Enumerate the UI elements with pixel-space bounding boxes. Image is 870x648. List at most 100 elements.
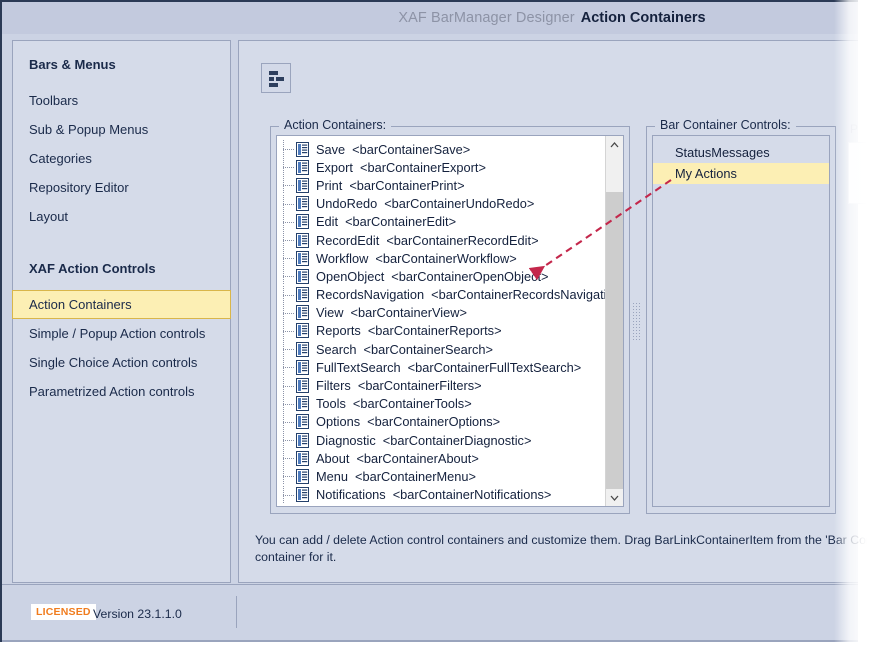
tree-connector-icon xyxy=(281,231,295,250)
action-container-row[interactable]: Save <barContainerSave> xyxy=(277,140,602,159)
action-container-row[interactable]: Export <barContainerExport> xyxy=(277,158,602,177)
action-container-row[interactable]: Notifications <barContainerNotifications> xyxy=(277,485,602,504)
container-document-icon xyxy=(295,378,310,394)
action-container-tag: <barContainerRecordsNavigation> xyxy=(431,287,624,303)
sidebar-item-categories[interactable]: Categories xyxy=(13,144,230,173)
action-containers-tree[interactable]: Save <barContainerSave> Export <barContaine… xyxy=(277,136,623,506)
panel-splitter-handle[interactable] xyxy=(632,302,641,340)
action-container-name: Edit xyxy=(316,214,339,230)
action-container-row[interactable]: Diagnostic <barContainerDiagnostic> xyxy=(277,431,602,450)
bar-container-controls-listbox[interactable]: StatusMessages My Actions xyxy=(652,135,830,507)
action-container-row[interactable]: UndoRedo <barContainerUndoRedo> xyxy=(277,194,602,213)
action-container-tag: <barContainerUndoRedo> xyxy=(384,196,535,212)
bar-container-controls-list[interactable]: StatusMessages My Actions xyxy=(653,142,829,184)
bar-layout-icon xyxy=(262,69,290,88)
action-containers-scrollbar[interactable] xyxy=(605,136,623,506)
window-left-border xyxy=(0,0,2,648)
tree-connector-icon xyxy=(281,449,295,468)
designer-window: XAF BarManager Designer Action Container… xyxy=(0,0,870,648)
action-container-name: Menu xyxy=(316,468,349,484)
action-container-tag: <barContainerFullTextSearch> xyxy=(407,359,582,375)
page-title: Action Containers xyxy=(580,10,706,26)
action-container-tag: <barContainerReports> xyxy=(367,323,502,339)
container-document-icon xyxy=(295,141,310,157)
bottom-edge-fade xyxy=(0,642,870,648)
action-containers-group-label: Action Containers: xyxy=(279,118,392,132)
tree-connector-icon xyxy=(281,394,295,413)
tree-connector-icon xyxy=(281,431,295,450)
action-container-name: Filters xyxy=(316,378,351,394)
action-container-name: Diagnostic xyxy=(316,432,376,448)
container-document-icon xyxy=(295,468,310,484)
action-container-row[interactable]: Filters <barContainerFilters> xyxy=(277,376,602,395)
action-container-row[interactable]: Print <barContainerPrint> xyxy=(277,176,602,195)
action-container-tag: <barContainerRecordEdit> xyxy=(386,232,539,248)
action-container-name: Export xyxy=(316,159,353,175)
action-containers-listbox[interactable]: Save <barContainerSave> Export <barContaine… xyxy=(276,135,624,507)
sidebar-item-layout[interactable]: Layout xyxy=(13,202,230,231)
container-document-icon xyxy=(295,414,310,430)
sidebar-group-title-xaf-action-controls: XAF Action Controls xyxy=(29,261,156,276)
container-document-icon xyxy=(295,268,310,284)
bar-layout-toolbar-button[interactable] xyxy=(261,63,291,93)
tree-connector-icon xyxy=(281,412,295,431)
action-container-tag: <barContainerTools> xyxy=(352,396,472,412)
sidebar-item-action-containers[interactable]: Action Containers xyxy=(12,290,231,319)
chevron-down-icon xyxy=(610,495,619,501)
scrollbar-thumb[interactable] xyxy=(606,192,623,489)
container-document-icon xyxy=(295,359,310,375)
version-label: Version 23.1.1.0 xyxy=(93,607,182,621)
container-document-icon xyxy=(295,232,310,248)
action-container-tag: <barContainerAbout> xyxy=(356,450,479,466)
action-container-name: UndoRedo xyxy=(316,196,378,212)
tree-connector-icon xyxy=(281,358,295,377)
tree-connector-icon xyxy=(281,140,295,159)
action-container-tag: <barContainerEdit> xyxy=(345,214,457,230)
action-container-name: Options xyxy=(316,414,361,430)
tree-connector-icon xyxy=(281,340,295,359)
action-container-name: RecordsNavigation xyxy=(316,287,425,303)
scroll-up-button[interactable] xyxy=(606,136,623,153)
tree-connector-icon xyxy=(281,321,295,340)
action-container-row[interactable]: RecordsNavigation <barContainerRecordsNav… xyxy=(277,285,623,304)
action-container-row[interactable]: RecordEdit <barContainerRecordEdit> xyxy=(277,231,602,250)
action-container-row[interactable]: Options <barContainerOptions> xyxy=(277,412,602,431)
action-container-row[interactable]: FullTextSearch <barContainerFullTextSearc… xyxy=(277,358,602,377)
sidebar-item-sub-popup-menus[interactable]: Sub & Popup Menus xyxy=(13,115,230,144)
action-container-row[interactable]: View <barContainerView> xyxy=(277,303,602,322)
sidebar-item-single-choice-action-controls[interactable]: Single Choice Action controls xyxy=(13,348,230,377)
container-document-icon xyxy=(295,341,310,357)
sidebar-item-simple-popup-action-controls[interactable]: Simple / Popup Action controls xyxy=(13,319,230,348)
action-container-row[interactable]: Edit <barContainerEdit> xyxy=(277,212,602,231)
container-document-icon xyxy=(295,305,310,321)
tree-connector-icon xyxy=(281,467,295,486)
action-container-row[interactable]: About <barContainerAbout> xyxy=(277,449,602,468)
title-bar: XAF BarManager Designer Action Container… xyxy=(2,2,858,34)
bar-container-control-statusmessages[interactable]: StatusMessages xyxy=(653,142,829,163)
action-container-row[interactable]: Tools <barContainerTools> xyxy=(277,394,602,413)
license-badge: LICENSED xyxy=(31,604,96,620)
container-document-icon xyxy=(295,159,310,175)
action-container-name: FullTextSearch xyxy=(316,359,401,375)
action-container-row[interactable]: Reports <barContainerReports> xyxy=(277,321,602,340)
bar-container-control-my-actions[interactable]: My Actions xyxy=(653,163,829,184)
container-document-icon xyxy=(295,323,310,339)
action-container-row[interactable]: Workflow <barContainerWorkflow> xyxy=(277,249,602,268)
sidebar-item-repository-editor[interactable]: Repository Editor xyxy=(13,173,230,202)
action-container-row[interactable]: OpenObject <barContainerOpenObject> xyxy=(277,267,602,286)
tree-connector-icon xyxy=(281,376,295,395)
splitter-grip-dots xyxy=(632,302,641,340)
tree-connector-icon xyxy=(281,158,295,177)
tree-connector-icon xyxy=(281,212,295,231)
scroll-down-button[interactable] xyxy=(606,489,623,506)
container-document-icon xyxy=(295,250,310,266)
bar-container-controls-group-label: Bar Container Controls: xyxy=(655,118,796,132)
action-container-tag: <barContainerWorkflow> xyxy=(375,250,517,266)
description-line-2: container for it. xyxy=(255,550,337,564)
sidebar-item-toolbars[interactable]: Toolbars xyxy=(13,86,230,115)
sidebar-item-parametrized-action-controls[interactable]: Parametrized Action controls xyxy=(13,377,230,406)
action-container-row[interactable]: Menu <barContainerMenu> xyxy=(277,467,602,486)
action-container-tag: <barContainerView> xyxy=(350,305,467,321)
title-bar-text-group: XAF BarManager Designer Action Container… xyxy=(398,10,705,26)
action-container-row[interactable]: Search <barContainerSearch> xyxy=(277,340,602,359)
